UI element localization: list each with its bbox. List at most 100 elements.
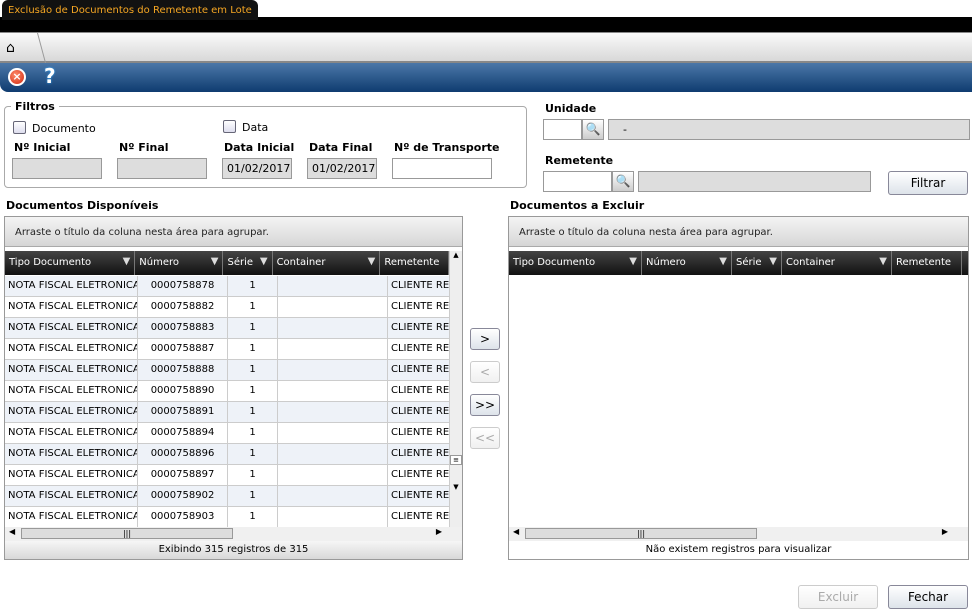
filter-icon[interactable]: ▼ bbox=[629, 256, 637, 267]
help-icon[interactable]: ? bbox=[44, 64, 56, 88]
table-cell: NOTA FISCAL ELETRONICA bbox=[5, 276, 138, 296]
grid-header: Tipo Documento ▼ Número ▼ Série ▼ Container ▼ Re… bbox=[509, 251, 968, 275]
table-cell: NOTA FISCAL ELETRONICA bbox=[5, 507, 138, 527]
column-header-label: Série bbox=[736, 257, 762, 268]
column-header-label: Tipo Documento bbox=[9, 257, 92, 268]
table-row[interactable]: NOTA FISCAL ELETRONICA 0000758878 1 CLIENTE… bbox=[5, 276, 458, 297]
column-header-label: Série bbox=[227, 257, 254, 268]
vertical-scrollbar[interactable]: ▲ ≡ ▼ bbox=[449, 251, 462, 527]
data-inicial-input[interactable]: 01/02/2017 bbox=[222, 158, 292, 179]
filter-icon[interactable]: ▼ bbox=[719, 256, 727, 267]
table-cell: 1 bbox=[228, 276, 278, 296]
data-checkbox[interactable] bbox=[223, 120, 236, 133]
table-cell bbox=[278, 276, 388, 296]
column-header-label: Container bbox=[276, 257, 326, 268]
table-cell: NOTA FISCAL ELETRONICA bbox=[5, 360, 138, 380]
column-header[interactable]: Tipo Documento ▼ bbox=[509, 251, 642, 275]
table-cell bbox=[278, 402, 388, 422]
column-header[interactable]: Remetente bbox=[380, 251, 449, 275]
remove-all-button[interactable]: << bbox=[470, 427, 500, 449]
column-header[interactable]: Remetente bbox=[892, 251, 962, 275]
table-row[interactable]: NOTA FISCAL ELETRONICA 0000758883 1 CLIENTE… bbox=[5, 318, 458, 339]
table-cell: CLIENTE RE bbox=[388, 507, 458, 527]
close-icon[interactable]: × bbox=[8, 68, 26, 86]
table-cell: 0000758902 bbox=[138, 486, 228, 506]
column-header[interactable]: Série ▼ bbox=[732, 251, 782, 275]
remetente-code-input[interactable] bbox=[543, 171, 612, 192]
table-cell: 1 bbox=[228, 402, 278, 422]
filters-legend: Filtros bbox=[15, 100, 55, 113]
column-header-label: Remetente bbox=[384, 257, 440, 268]
unidade-code-input[interactable] bbox=[543, 119, 582, 140]
table-cell: CLIENTE RE bbox=[388, 339, 458, 359]
group-by-area[interactable]: Arraste o título da coluna nesta área pa… bbox=[5, 217, 462, 247]
table-row[interactable]: NOTA FISCAL ELETRONICA 0000758887 1 CLIENTE… bbox=[5, 339, 458, 360]
documents-to-delete-grid: Arraste o título da coluna nesta área pa… bbox=[508, 216, 969, 560]
table-cell bbox=[278, 507, 388, 527]
table-cell bbox=[278, 486, 388, 506]
group-by-area[interactable]: Arraste o título da coluna nesta área pa… bbox=[509, 217, 968, 247]
n-transporte-label: Nº de Transporte bbox=[394, 141, 500, 154]
documento-checkbox[interactable] bbox=[13, 121, 26, 134]
table-row[interactable]: NOTA FISCAL ELETRONICA 0000758891 1 CLIENTE… bbox=[5, 402, 458, 423]
filtrar-button[interactable]: Filtrar bbox=[888, 171, 968, 195]
horizontal-scrollbar[interactable]: ◀ ||| ▶ bbox=[5, 527, 462, 541]
filter-icon[interactable]: ▼ bbox=[879, 256, 887, 267]
table-cell bbox=[278, 465, 388, 485]
column-header[interactable]: Número ▼ bbox=[642, 251, 732, 275]
filter-icon[interactable]: ▼ bbox=[260, 256, 268, 267]
table-row[interactable]: NOTA FISCAL ELETRONICA 0000758896 1 CLIENTE… bbox=[5, 444, 458, 465]
unidade-search-icon[interactable]: 🔍 bbox=[582, 119, 604, 140]
table-row[interactable]: NOTA FISCAL ELETRONICA 0000758902 1 CLIENTE… bbox=[5, 486, 458, 507]
filter-icon[interactable]: ▼ bbox=[368, 256, 376, 267]
n-inicial-input[interactable] bbox=[12, 158, 102, 179]
remetente-name-field bbox=[638, 171, 871, 192]
fechar-button[interactable]: Fechar bbox=[888, 585, 968, 609]
table-cell: NOTA FISCAL ELETRONICA bbox=[5, 486, 138, 506]
table-row[interactable]: NOTA FISCAL ELETRONICA 0000758882 1 CLIENTE… bbox=[5, 297, 458, 318]
table-row[interactable]: NOTA FISCAL ELETRONICA 0000758888 1 CLIENTE… bbox=[5, 360, 458, 381]
unidade-label: Unidade bbox=[545, 102, 597, 115]
column-header-label: Container bbox=[786, 257, 835, 268]
horizontal-scrollbar[interactable]: ◀ ||| ▶ bbox=[509, 527, 968, 541]
n-inicial-label: Nº Inicial bbox=[14, 141, 71, 154]
table-cell: 1 bbox=[228, 423, 278, 443]
table-cell: 1 bbox=[228, 318, 278, 338]
column-header[interactable]: Série ▼ bbox=[223, 251, 273, 275]
data-final-input[interactable]: 01/02/2017 bbox=[307, 158, 377, 179]
table-cell: 1 bbox=[228, 507, 278, 527]
remove-button[interactable]: < bbox=[470, 361, 500, 383]
column-header[interactable]: Número ▼ bbox=[135, 251, 224, 275]
table-cell: 1 bbox=[228, 486, 278, 506]
table-cell: 0000758903 bbox=[138, 507, 228, 527]
column-header[interactable]: Container ▼ bbox=[273, 251, 381, 275]
table-cell: CLIENTE RE bbox=[388, 297, 458, 317]
breadcrumb bbox=[0, 33, 972, 63]
table-cell: CLIENTE RE bbox=[388, 423, 458, 443]
filter-icon[interactable]: ▼ bbox=[769, 256, 777, 267]
table-cell: CLIENTE RE bbox=[388, 276, 458, 296]
table-cell: NOTA FISCAL ELETRONICA bbox=[5, 381, 138, 401]
right-grid-title: Documentos a Excluir bbox=[510, 199, 645, 212]
n-final-input[interactable] bbox=[117, 158, 207, 179]
n-transporte-input[interactable] bbox=[392, 158, 492, 179]
table-cell bbox=[278, 339, 388, 359]
table-cell: NOTA FISCAL ELETRONICA bbox=[5, 318, 138, 338]
table-row[interactable]: NOTA FISCAL ELETRONICA 0000758897 1 CLIENTE… bbox=[5, 465, 458, 486]
filter-icon[interactable]: ▼ bbox=[123, 256, 131, 267]
excluir-button[interactable]: Excluir bbox=[798, 585, 878, 609]
table-row[interactable]: NOTA FISCAL ELETRONICA 0000758890 1 CLIENTE… bbox=[5, 381, 458, 402]
column-header[interactable]: Tipo Documento ▼ bbox=[5, 251, 136, 275]
column-header[interactable]: Container ▼ bbox=[782, 251, 892, 275]
table-cell: 1 bbox=[228, 381, 278, 401]
table-row[interactable]: NOTA FISCAL ELETRONICA 0000758903 1 CLIENTE… bbox=[5, 507, 458, 528]
table-row[interactable]: NOTA FISCAL ELETRONICA 0000758894 1 CLIENTE… bbox=[5, 423, 458, 444]
filter-icon[interactable]: ▼ bbox=[211, 256, 219, 267]
table-cell: NOTA FISCAL ELETRONICA bbox=[5, 465, 138, 485]
remetente-search-icon[interactable]: 🔍 bbox=[612, 171, 634, 192]
add-button[interactable]: > bbox=[470, 328, 500, 350]
add-all-button[interactable]: >> bbox=[470, 394, 500, 416]
home-icon[interactable]: ⌂ bbox=[6, 40, 15, 56]
table-cell: NOTA FISCAL ELETRONICA bbox=[5, 423, 138, 443]
window-tab[interactable]: Exclusão de Documentos do Remetente em L… bbox=[2, 0, 258, 20]
